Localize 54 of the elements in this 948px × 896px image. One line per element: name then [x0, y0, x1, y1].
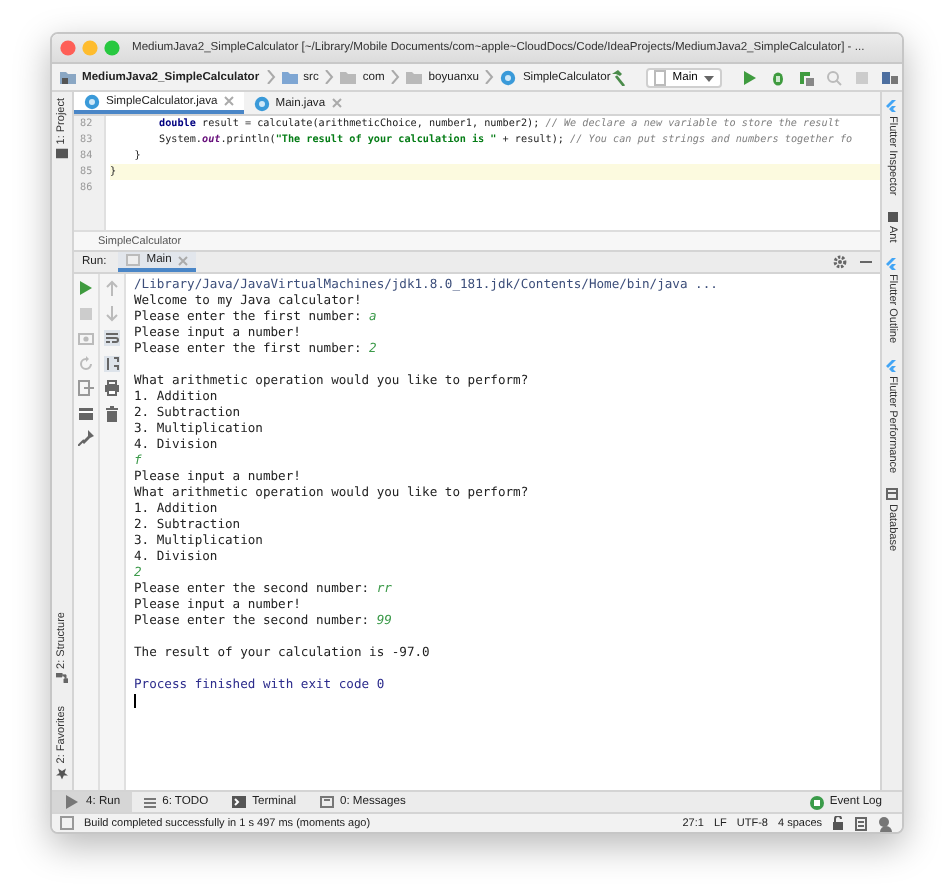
class-icon	[84, 93, 100, 109]
wrap-icon[interactable]	[104, 330, 120, 346]
trash-icon[interactable]	[104, 405, 120, 421]
layout-icon[interactable]	[78, 405, 94, 421]
file-icon	[654, 69, 667, 85]
database-icon	[886, 488, 898, 501]
class-icon	[500, 69, 517, 85]
exit-icon[interactable]	[78, 380, 94, 396]
up-arrow-icon[interactable]	[104, 280, 120, 296]
flutter-icon	[886, 359, 898, 372]
profiler-icon[interactable]	[825, 69, 842, 85]
zoom-icon[interactable]	[104, 40, 120, 56]
terminal-icon	[232, 796, 247, 808]
class-icon	[253, 95, 270, 111]
chevron-icon	[390, 70, 401, 84]
play-icon[interactable]	[741, 69, 758, 85]
chevron-icon	[484, 70, 495, 84]
folder-icon	[56, 148, 68, 159]
refresh-icon[interactable]	[78, 355, 94, 371]
text-cursor	[134, 694, 136, 708]
chevron-icon	[265, 70, 276, 84]
close-icon[interactable]	[223, 96, 234, 106]
camera-icon[interactable]	[78, 330, 94, 346]
folder-icon	[281, 70, 298, 84]
down-arrow-icon[interactable]	[104, 305, 120, 321]
project-structure-icon[interactable]	[881, 69, 898, 85]
coverage-icon[interactable]	[797, 69, 814, 85]
folder-icon	[60, 70, 76, 84]
star-icon	[56, 768, 68, 780]
ant-icon	[887, 211, 897, 222]
messages-icon	[319, 796, 334, 808]
list-icon	[144, 795, 157, 809]
notification-icon	[809, 795, 824, 809]
folder-icon	[340, 70, 357, 84]
chevron-icon	[324, 70, 335, 84]
structure-icon	[56, 672, 68, 683]
printer-icon[interactable]	[104, 380, 120, 396]
pin-icon[interactable]	[78, 430, 94, 446]
inspector-icon[interactable]	[878, 815, 894, 831]
close-icon[interactable]	[331, 98, 342, 108]
settings-icon[interactable]	[832, 254, 848, 270]
bug-icon[interactable]	[769, 69, 786, 85]
sort-icon[interactable]	[104, 355, 120, 371]
panel-toggle-icon[interactable]	[60, 816, 74, 830]
flutter-icon	[886, 100, 898, 112]
lock-icon[interactable]	[832, 816, 844, 830]
caret-icon	[703, 73, 714, 81]
flutter-icon	[886, 258, 898, 271]
folder-icon	[406, 70, 423, 84]
hammer-icon[interactable]	[610, 69, 627, 85]
memory-icon[interactable]	[854, 815, 868, 831]
close-icon[interactable]	[177, 255, 188, 265]
play-icon[interactable]	[78, 280, 94, 296]
close-icon[interactable]	[60, 40, 76, 56]
